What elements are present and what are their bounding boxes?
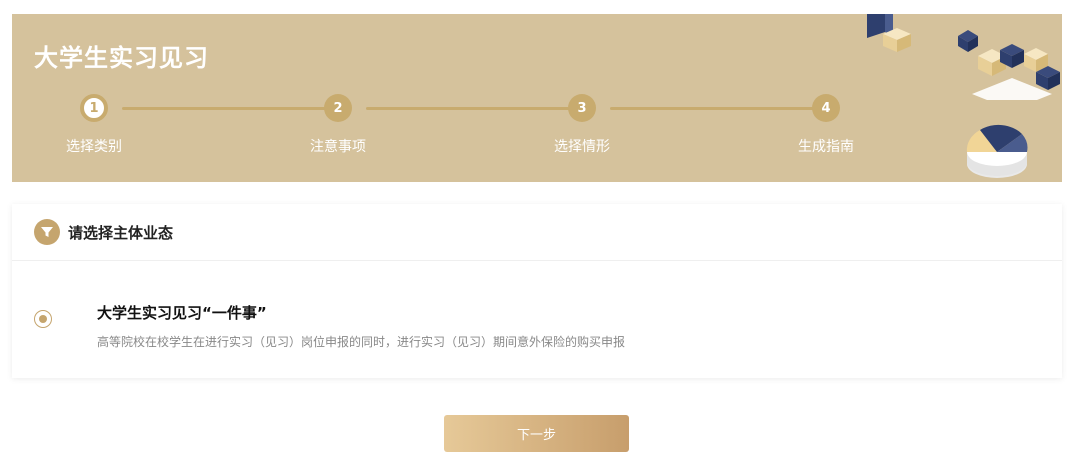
step-connector [610,107,816,110]
section-title: 请选择主体业态 [68,223,174,242]
step-4-label: 生成指南 [798,139,854,155]
step-3-label: 选择情形 [554,139,610,155]
step-2-node: 2 [324,94,352,122]
option-title: 大学生实习见习“一件事” [97,304,267,322]
selection-card: 请选择主体业态 大学生实习见习“一件事” 高等院校在校学生在进行实习（见习）岗位… [12,204,1062,378]
step-3-node: 3 [568,94,596,122]
next-step-button[interactable]: 下一步 [444,415,629,452]
filter-icon [34,219,60,245]
step-2-label: 注意事项 [310,139,366,155]
page-title: 大学生实习见习 [34,44,209,72]
option-description: 高等院校在校学生在进行实习（见习）岗位申报的同时，进行实习（见习）期间意外保险的… [97,335,626,349]
cube-stack-icon [867,14,911,52]
step-4-node: 4 [812,94,840,122]
step-progress: 1 2 3 4 选择类别 注意事项 选择情形 生成指南 [12,94,1062,164]
cube-cluster-icon [958,30,1060,100]
header-banner: 大学生实习见习 1 2 3 4 选择类别 注意事项 选择情形 生成指南 [12,14,1062,182]
card-header: 请选择主体业态 [12,204,1062,261]
step-connector [122,107,328,110]
option-radio[interactable] [34,310,52,328]
step-connector [366,107,572,110]
option-item[interactable]: 大学生实习见习“一件事” 高等院校在校学生在进行实习（见习）岗位申报的同时，进行… [12,284,1062,354]
step-1-node: 1 [80,94,108,122]
pie-chart-decoration-icon [966,124,1028,178]
step-1-label: 选择类别 [66,139,122,155]
